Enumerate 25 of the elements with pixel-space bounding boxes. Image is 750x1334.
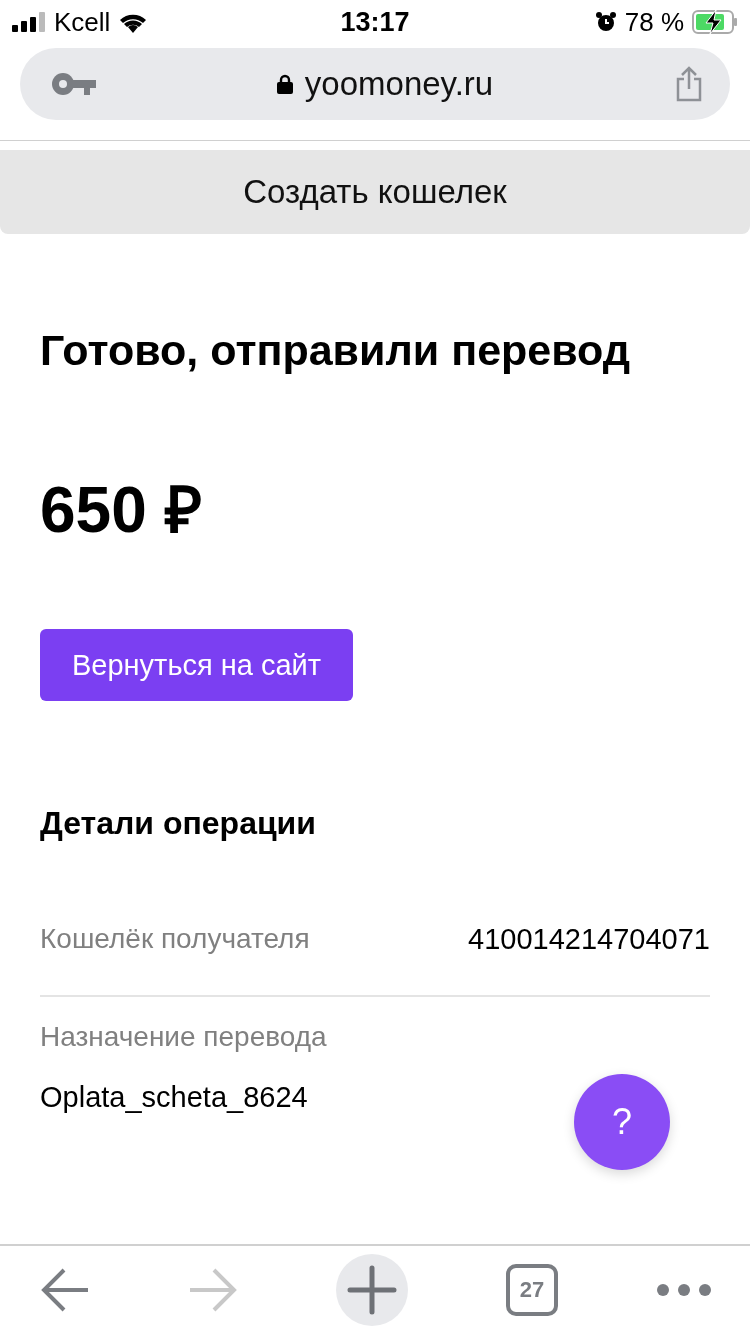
more-icon[interactable]	[656, 1283, 712, 1297]
back-icon[interactable]	[40, 1268, 90, 1312]
battery-charging-icon	[692, 10, 738, 34]
section-heading: Детали операции	[40, 804, 317, 843]
url-text: yoomoney.ru	[304, 65, 494, 103]
clock-time: 13:17	[340, 6, 410, 38]
page-title: Готово, отправили перевод	[40, 325, 632, 376]
alarm-icon	[594, 11, 617, 33]
detail-value: 410014214704071	[468, 922, 710, 957]
signal-icon	[12, 12, 46, 32]
key-icon[interactable]	[52, 73, 96, 95]
share-icon[interactable]	[674, 66, 704, 102]
battery-percent: 78 %	[624, 6, 684, 38]
tabs-button[interactable]: 27	[506, 1264, 558, 1316]
lock-icon	[276, 74, 293, 94]
address-bar[interactable]: yoomoney.ru	[20, 48, 730, 120]
detail-value: Oplata_scheta_8624	[40, 1080, 309, 1115]
new-tab-icon[interactable]	[336, 1254, 408, 1326]
return-button[interactable]: Вернуться на сайт	[40, 629, 354, 701]
help-button[interactable]: ?	[574, 1074, 670, 1170]
detail-label: Кошелёк получателя	[40, 922, 310, 956]
create-wallet-button[interactable]: Создать кошелек	[0, 150, 750, 234]
carrier-name: Kcell	[54, 6, 111, 38]
detail-label: Назначение перевода	[40, 1020, 328, 1054]
amount: 650 ₽	[40, 474, 203, 546]
